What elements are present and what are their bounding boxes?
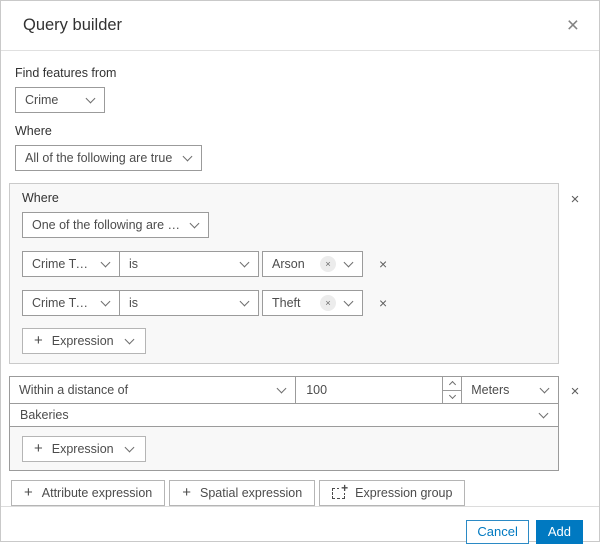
plus-icon: + — [24, 484, 33, 501]
field-select[interactable]: Crime Type — [22, 251, 120, 277]
plus-icon: + — [182, 484, 192, 501]
field-select-value: Crime Type — [32, 257, 92, 271]
add-expression-button[interactable]: + Expression — [22, 328, 146, 354]
attribute-group-row: Where One of the following are tr... Cri… — [9, 183, 591, 364]
chevron-down-icon — [239, 257, 250, 267]
chevron-down-icon — [124, 334, 135, 344]
expression-row: Crime Type is Theft × × — [22, 290, 546, 316]
expression-group-button[interactable]: Expression group — [319, 480, 466, 506]
chevron-down-icon — [343, 296, 354, 306]
layer-select[interactable]: Crime — [15, 87, 105, 113]
chevron-down-icon — [343, 257, 354, 267]
target-layer-select[interactable]: Bakeries — [10, 403, 558, 426]
chevron-down-icon — [539, 383, 550, 393]
spatial-expression-row: Within a distance of Meters — [10, 377, 558, 403]
find-features-label: Find features from — [15, 66, 117, 80]
cancel-button[interactable]: Cancel — [466, 519, 529, 544]
spatial-expression-group: Within a distance of Meters — [9, 376, 559, 471]
value-select-value: Theft — [272, 296, 301, 310]
query-builder-dialog: Query builder × Find features from Crime… — [0, 0, 600, 544]
dialog-footer: Cancel Add — [1, 506, 599, 556]
add-button[interactable]: Add — [535, 519, 583, 544]
attribute-expression-label: Attribute expression — [41, 486, 153, 500]
unit-select-value: Meters — [471, 383, 510, 397]
close-icon[interactable]: × — [565, 15, 581, 36]
spatial-operator-value: Within a distance of — [19, 383, 129, 397]
chevron-down-icon — [276, 383, 287, 393]
spatial-expression-label: Spatial expression — [200, 486, 303, 500]
add-expression-label: Expression — [51, 334, 114, 348]
distance-field — [296, 377, 463, 403]
dialog-content: Find features from Crime Where All of th… — [1, 51, 599, 506]
attribute-expression-group: Where One of the following are tr... Cri… — [9, 183, 559, 364]
group-combinator-select[interactable]: One of the following are tr... — [22, 212, 209, 238]
remove-expression-button[interactable]: × — [379, 296, 387, 310]
distance-input[interactable] — [296, 377, 443, 403]
plus-icon: + — [34, 440, 43, 457]
spatial-expression-button[interactable]: + Spatial expression — [169, 480, 316, 506]
remove-group-button[interactable]: × — [571, 384, 580, 399]
combinator-select[interactable]: All of the following are true — [15, 145, 202, 171]
value-select-value: Arson — [272, 257, 305, 271]
field-select[interactable]: Crime Type — [22, 290, 120, 316]
expression-group-label: Expression group — [355, 486, 453, 500]
dialog-title: Query builder — [23, 16, 123, 34]
add-expression-label: Expression — [51, 442, 114, 456]
chevron-down-icon — [239, 296, 250, 306]
chevron-down-icon — [538, 408, 549, 418]
chevron-down-icon — [182, 151, 193, 161]
clear-value-icon[interactable]: × — [320, 256, 336, 272]
spatial-operator-select[interactable]: Within a distance of — [10, 377, 297, 403]
operator-select[interactable]: is — [119, 290, 259, 316]
stepper-down-icon[interactable] — [443, 389, 462, 403]
operator-select-value: is — [129, 257, 139, 271]
expression-row: Crime Type is Arson × × — [22, 251, 546, 277]
operator-select[interactable]: is — [119, 251, 259, 277]
chevron-down-icon — [85, 93, 96, 103]
dialog-header: Query builder × — [1, 1, 599, 51]
group-combinator-select-value: One of the following are tr... — [32, 218, 181, 232]
add-expression-button[interactable]: + Expression — [22, 436, 146, 462]
chevron-down-icon — [189, 218, 200, 228]
stepper-up-icon[interactable] — [443, 377, 462, 390]
group-where-label: Where — [22, 191, 59, 205]
clear-value-icon[interactable]: × — [320, 295, 336, 311]
remove-group-button[interactable]: × — [571, 192, 580, 207]
where-label: Where — [15, 124, 52, 138]
unit-select[interactable]: Meters — [462, 377, 558, 403]
target-layer-value: Bakeries — [20, 408, 69, 422]
layer-select-value: Crime — [25, 93, 59, 107]
plus-icon: + — [34, 332, 43, 349]
chevron-down-icon — [100, 296, 111, 306]
remove-expression-button[interactable]: × — [379, 257, 387, 271]
field-select-value: Crime Type — [32, 296, 92, 310]
chevron-down-icon — [124, 442, 135, 452]
number-stepper — [442, 377, 462, 403]
operator-select-value: is — [129, 296, 139, 310]
chevron-down-icon — [100, 257, 111, 267]
value-select[interactable]: Arson × — [262, 251, 363, 277]
value-select[interactable]: Theft × — [262, 290, 363, 316]
expression-group-icon — [332, 481, 348, 499]
add-expression-actions: + Attribute expression + Spatial express… — [11, 480, 591, 506]
combinator-select-value: All of the following are true — [25, 151, 173, 165]
spatial-group-row: Within a distance of Meters — [9, 376, 591, 471]
attribute-expression-button[interactable]: + Attribute expression — [11, 480, 166, 506]
